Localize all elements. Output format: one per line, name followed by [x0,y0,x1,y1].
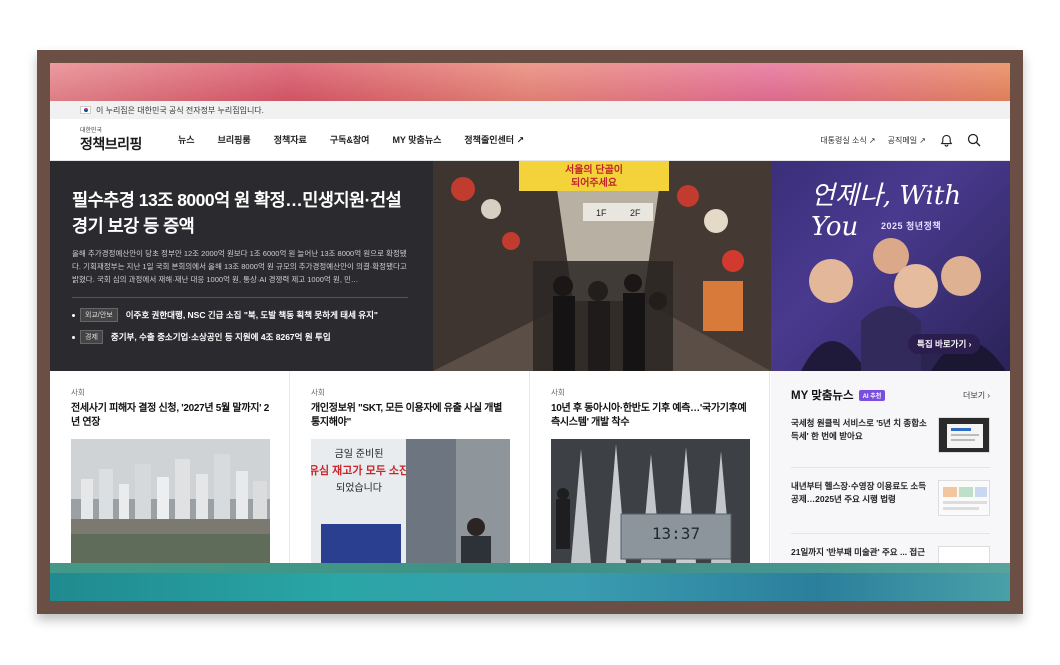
card-title[interactable]: 전세사기 피해자 결정 신청, '2027년 5월 말까지' 2년 연장 [71,402,269,432]
nav-item-briefing[interactable]: 브리핑룸 [208,133,264,146]
nav-item-news[interactable]: 뉴스 [168,133,208,146]
clock-readout: 13:37 [652,524,700,543]
header-right: 대통령실 소식 ↗ 공직메일 ↗ [820,119,982,161]
news-headline[interactable]: 중기부, 수출 중소기업·소상공인 등 지원에 4조 8267억 원 투입 [111,331,331,343]
site-header: 대한민국 정책브리핑 뉴스 브리핑룸 정책자료 구독&참여 MY 맞춤뉴스 정책… [50,119,1010,161]
official-mail-link[interactable]: 공직메일 ↗ [888,135,926,146]
market-sign-text-2: 되어주세요 [571,176,617,189]
bell-icon[interactable] [938,132,954,148]
news-tag: 외교/안보 [80,308,118,322]
bullet-icon [72,335,75,339]
gov-notice-bar: 이 누리집은 대한민국 공식 전자정부 누리집입니다. [50,101,1010,119]
fountain-image: 13:37 [551,439,750,563]
search-icon[interactable] [966,132,982,148]
city-apartments-image [71,439,270,563]
site-logo[interactable]: 대한민국 정책브리핑 [80,125,160,154]
youth-policy-banner[interactable]: 언제나, With You 2025 청년정책 특집 바로가기 › [771,161,1010,371]
card-category: 사회 [71,388,85,397]
watercolor-bottom-band [50,563,1010,601]
news-card[interactable]: 사회 개인정보위 "SKT, 모든 이용자에 유출 사실 개별 통지해야" 금일… [290,371,530,563]
card-category: 사회 [551,388,565,397]
card-image-city[interactable] [71,439,270,563]
watercolor-top-band [50,63,1010,101]
banner-subtitle: 2025 청년정책 [881,221,942,231]
hero-section: 필수추경 13조 8000억 원 확정…민생지원·건설경기 보강 등 증액 올해… [50,161,1010,371]
ai-badge: AI 추천 [858,389,886,401]
news-headline[interactable]: 이주호 권한대행, NSC 긴급 소집 "북, 도발 책동 획책 못하게 태세 … [126,309,378,321]
my-news-item-title[interactable]: 내년부터 헬스장·수영장 이용료도 소득공제…2025년 주요 시행 법령 [791,480,929,506]
korea-flag-icon [80,106,91,114]
my-news-panel: MY 맞춤뉴스 AI 추천 더보기 › 국세청 원클릭 서비스로 '5년 치 종… [771,371,1010,563]
usim-sign-line-3: 되었습니다 [336,482,382,494]
usim-sign-image: 금일 준비된 유심 재고가 모두 소진 되었습니다 [311,439,510,563]
hero-divider [72,297,408,298]
my-news-item-title[interactable]: 국세청 원클릭 서비스로 '5년 치 종합소득세' 한 번에 받아요 [791,417,929,443]
my-news-thumbnail[interactable] [938,480,990,516]
market-street-image: 서울의 단골이 되어주세요 1F 2F [433,161,771,371]
my-news-item[interactable]: 21일까지 '반부패 미술관' 주요 ... 접근 [791,533,990,563]
news-card[interactable]: 사회 10년 후 동아시아·한반도 기후 예측…'국가기후예측시스템' 개발 착… [530,371,770,563]
my-news-item[interactable]: 국세청 원클릭 서비스로 '5년 치 종합소득세' 한 번에 받아요 [791,417,990,457]
special-feature-button[interactable]: 특집 바로가기 › [908,334,981,354]
hero-news-item[interactable]: 경제 중기부, 수출 중소기업·소상공인 등 지원에 4조 8267억 원 투입 [72,330,411,344]
my-news-item-title[interactable]: 21일까지 '반부패 미술관' 주요 ... 접근 [791,546,929,559]
gov-notice-text: 이 누리집은 대한민국 공식 전자정부 누리집입니다. [96,105,264,115]
news-tag: 경제 [80,330,103,344]
usim-sign-line-2: 유심 재고가 모두 소진 [311,463,409,477]
floor-sign-2f: 2F [630,208,641,218]
main-nav: 뉴스 브리핑룸 정책자료 구독&참여 MY 맞춤뉴스 정책줄인센터 ↗ [168,133,537,146]
nav-item-subscribe[interactable]: 구독&참여 [320,133,383,146]
my-news-thumbnail[interactable] [938,417,990,453]
my-news-header: MY 맞춤뉴스 AI 추천 더보기 › [791,387,990,403]
more-link[interactable]: 더보기 › [963,390,990,401]
market-sign-text-1: 서울의 단골이 [565,163,623,176]
card-image-usim-store[interactable]: 금일 준비된 유심 재고가 모두 소진 되었습니다 [311,439,510,563]
usim-sign-line-1: 금일 준비된 [335,448,384,460]
framed-screen: 이 누리집은 대한민국 공식 전자정부 누리집입니다. 대한민국 정책브리핑 뉴… [50,63,1010,601]
nav-item-policy-center[interactable]: 정책줄인센터 ↗ [454,133,537,146]
hero-headline-panel[interactable]: 필수추경 13조 8000억 원 확정…민생지원·건설경기 보강 등 증액 올해… [50,161,433,371]
my-news-item[interactable]: 내년부터 헬스장·수영장 이용료도 소득공제…2025년 주요 시행 법령 [791,467,990,523]
my-news-thumbnail[interactable] [938,546,990,563]
my-news-title: MY 맞춤뉴스 [791,390,854,402]
hero-market-photo[interactable]: 서울의 단골이 되어주세요 1F 2F [433,161,771,371]
logo-main-text: 정책브리핑 [80,136,142,152]
card-title[interactable]: 개인정보위 "SKT, 모든 이용자에 유출 사실 개별 통지해야" [311,402,509,432]
hero-summary: 올해 추가경정예산안이 당초 정부안 12조 2000억 원보다 1조 6000… [72,249,407,284]
floor-sign-1f: 1F [596,208,607,218]
card-image-fountain[interactable]: 13:37 [551,439,750,563]
picture-frame: 이 누리집은 대한민국 공식 전자정부 누리집입니다. 대한민국 정책브리핑 뉴… [37,50,1023,614]
logo-small-text: 대한민국 [80,128,103,134]
news-card[interactable]: 사회 전세사기 피해자 결정 신청, '2027년 5월 말까지' 2년 연장 [50,371,290,563]
card-category: 사회 [311,388,325,397]
hero-news-item[interactable]: 외교/안보 이주호 권한대행, NSC 긴급 소집 "북, 도발 책동 획책 못… [72,308,411,322]
news-cards: 사회 전세사기 피해자 결정 신청, '2027년 5월 말까지' 2년 연장 [50,371,770,563]
nav-item-policy-data[interactable]: 정책자료 [264,133,320,146]
website: 이 누리집은 대한민국 공식 전자정부 누리집입니다. 대한민국 정책브리핑 뉴… [50,101,1010,563]
card-title[interactable]: 10년 후 동아시아·한반도 기후 예측…'국가기후예측시스템' 개발 착수 [551,402,749,432]
nav-item-my-news[interactable]: MY 맞춤뉴스 [382,133,454,146]
bullet-icon [72,313,75,317]
presidential-news-link[interactable]: 대통령실 소식 ↗ [820,135,875,146]
hero-title[interactable]: 필수추경 13조 8000억 원 확정…민생지원·건설경기 보강 등 증액 [72,187,411,239]
